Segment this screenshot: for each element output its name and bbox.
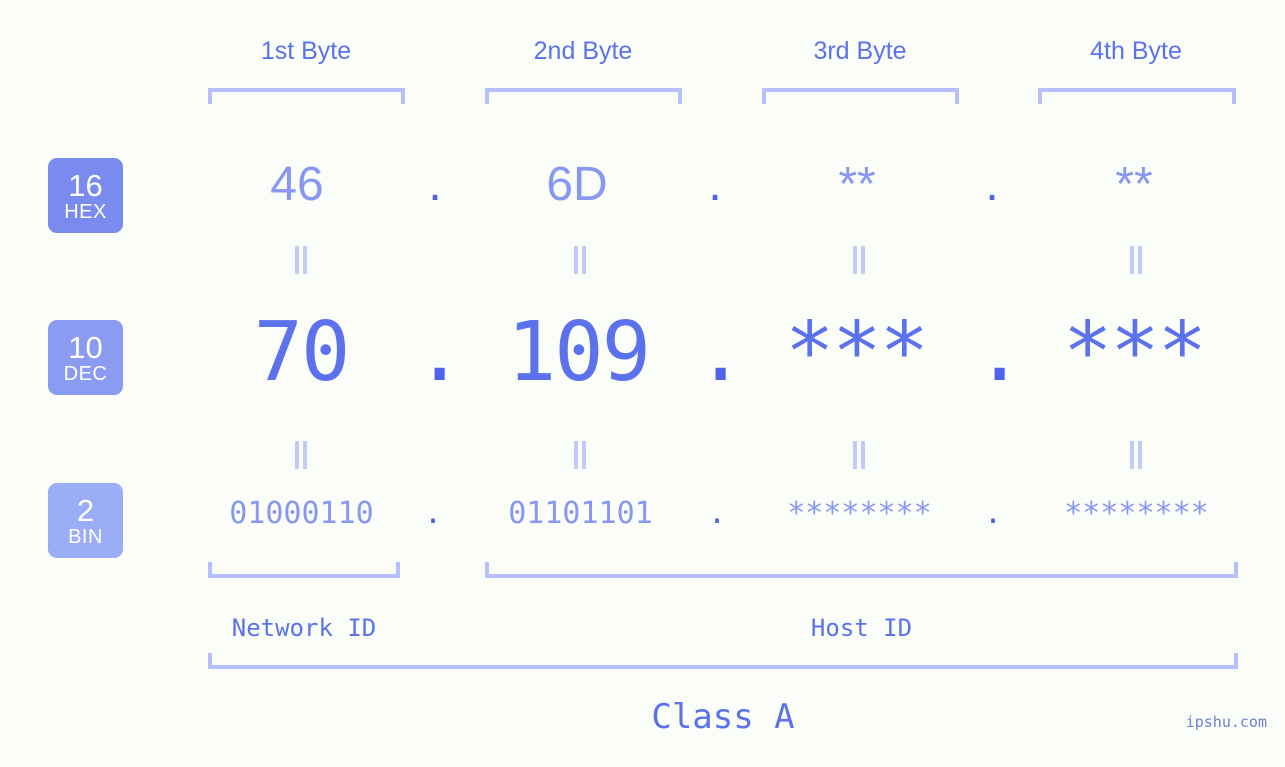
- hex-octet-3: **: [838, 158, 876, 211]
- dec-separator-2: .: [696, 305, 746, 400]
- class-label: Class A: [651, 697, 795, 737]
- base-badge-hex: 16 HEX: [48, 158, 123, 233]
- base-badge-dec-abbr: DEC: [63, 362, 108, 385]
- bin-octet-4: ********: [1064, 496, 1209, 531]
- bin-octet-1: 01000110: [229, 496, 374, 531]
- byte-header-1: 1st Byte: [260, 37, 352, 65]
- base-badge-dec: 10 DEC: [48, 320, 123, 395]
- network-id-label: Network ID: [231, 614, 377, 642]
- equals-marker-dec-bin-1: [294, 441, 308, 469]
- class-bracket: [208, 653, 1238, 669]
- byte-header-2: 2nd Byte: [533, 37, 633, 65]
- byte-bracket-1: [208, 88, 405, 104]
- site-watermark: ipshu.com: [1185, 713, 1267, 731]
- hex-octet-1: 46: [270, 158, 324, 211]
- dec-octet-1: 70: [253, 305, 351, 400]
- dec-octet-2: 109: [506, 305, 651, 400]
- equals-marker-dec-bin-4: [1129, 441, 1143, 469]
- byte-bracket-4: [1038, 88, 1236, 104]
- equals-marker-hex-dec-1: [294, 246, 308, 274]
- dec-separator-3: .: [975, 305, 1025, 400]
- hex-octet-2: 6D: [546, 158, 608, 211]
- dec-separator-1: .: [415, 305, 465, 400]
- base-badge-bin: 2 BIN: [48, 483, 123, 558]
- equals-marker-hex-dec-2: [573, 246, 587, 274]
- hex-separator-1: .: [428, 158, 442, 211]
- equals-marker-dec-bin-3: [852, 441, 866, 469]
- bin-octet-2: 01101101: [508, 496, 653, 531]
- base-badge-hex-abbr: HEX: [64, 200, 107, 223]
- ip-address-breakdown-diagram: 1st Byte 2nd Byte 3rd Byte 4th Byte 16 H…: [0, 0, 1285, 767]
- bin-separator-1: .: [423, 496, 443, 531]
- network-id-bracket: [208, 562, 400, 578]
- bin-octet-3: ********: [787, 496, 932, 531]
- dec-octet-3: ***: [784, 305, 929, 400]
- hex-separator-2: .: [708, 158, 722, 211]
- base-badge-hex-number: 16: [68, 167, 103, 203]
- dec-octet-4: ***: [1062, 305, 1207, 400]
- hex-octet-4: **: [1115, 158, 1153, 211]
- byte-bracket-3: [762, 88, 959, 104]
- bin-separator-3: .: [983, 496, 1003, 531]
- host-id-bracket: [485, 562, 1238, 578]
- base-badge-bin-number: 2: [76, 492, 95, 528]
- equals-marker-dec-bin-2: [573, 441, 587, 469]
- byte-bracket-2: [485, 88, 682, 104]
- byte-header-3: 3rd Byte: [813, 37, 907, 65]
- hex-separator-3: .: [985, 158, 999, 211]
- byte-header-4: 4th Byte: [1090, 37, 1182, 65]
- equals-marker-hex-dec-3: [852, 246, 866, 274]
- equals-marker-hex-dec-4: [1129, 246, 1143, 274]
- base-badge-dec-number: 10: [68, 329, 103, 365]
- bin-separator-2: .: [707, 496, 727, 531]
- host-id-label: Host ID: [810, 614, 913, 642]
- base-badge-bin-abbr: BIN: [68, 525, 103, 548]
